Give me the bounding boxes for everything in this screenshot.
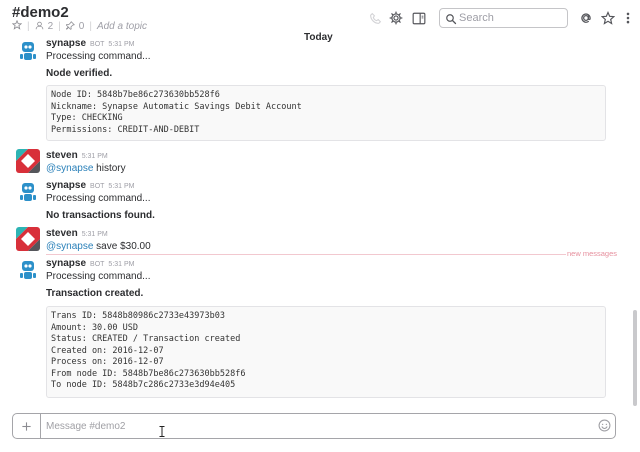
scrollbar-thumb[interactable] xyxy=(633,310,637,406)
code-line: To node ID: 5848b7c286c2733e3d94e405 xyxy=(51,380,236,390)
new-messages-label: new messages xyxy=(567,249,618,258)
mentions-icon[interactable] xyxy=(577,9,595,27)
add-topic-link[interactable]: Add a topic xyxy=(97,21,147,32)
avatar[interactable] xyxy=(16,258,40,282)
more-menu-icon[interactable] xyxy=(619,9,637,27)
starred-items-icon[interactable] xyxy=(599,9,617,27)
bot-badge: BOT xyxy=(90,261,105,268)
message-timestamp[interactable]: 5:31 PM xyxy=(82,231,108,238)
pin-icon[interactable] xyxy=(65,20,75,33)
message-author[interactable]: synapse BOT 5:31 PM xyxy=(46,38,135,49)
gear-icon[interactable] xyxy=(387,9,405,27)
message-text: No transactions found. xyxy=(46,210,155,221)
message-composer xyxy=(12,413,616,439)
message-text: @synapse history xyxy=(46,163,126,174)
message-text: Processing command... xyxy=(46,271,151,282)
user-mention[interactable]: @synapse xyxy=(46,163,93,174)
plus-icon xyxy=(22,421,31,431)
meta-separator: | xyxy=(89,21,92,32)
code-line: Status: CREATED / Transaction created xyxy=(51,334,241,344)
code-line: Nickname: Synapse Automatic Savings Debi… xyxy=(51,101,302,112)
attach-button[interactable] xyxy=(13,414,41,438)
code-block: Trans ID: 5848b80986c2733e43973b03 Amoun… xyxy=(46,306,606,398)
bot-badge: BOT xyxy=(90,41,105,48)
message-text: Transaction created. xyxy=(46,288,144,299)
message-author[interactable]: synapse BOT 5:31 PM xyxy=(46,258,135,269)
message-text: Processing command... xyxy=(46,51,151,62)
members-icon[interactable] xyxy=(35,21,44,33)
emoji-icon[interactable] xyxy=(598,419,611,437)
code-line: Permissions: CREDIT-AND-DEBIT xyxy=(51,124,200,135)
code-line: From node ID: 5848b7be86c273630bb528f6 xyxy=(51,368,246,379)
avatar[interactable] xyxy=(16,39,40,63)
message-timestamp[interactable]: 5:31 PM xyxy=(108,41,134,48)
code-line: Process on: 2016-12-07 xyxy=(51,357,164,367)
star-icon[interactable] xyxy=(11,19,23,33)
bot-badge: BOT xyxy=(90,183,105,190)
avatar[interactable] xyxy=(16,180,40,204)
message-timestamp[interactable]: 5:31 PM xyxy=(108,183,134,190)
code-line: Amount: 30.00 USD xyxy=(51,322,138,333)
code-line: Created on: 2016-12-07 xyxy=(51,345,164,356)
message-input[interactable] xyxy=(46,419,586,433)
text-cursor-icon xyxy=(159,424,165,442)
message-timestamp[interactable]: 5:31 PM xyxy=(82,153,108,160)
avatar[interactable] xyxy=(16,227,40,251)
avatar[interactable] xyxy=(16,149,40,173)
message-author[interactable]: steven 5:31 PM xyxy=(46,228,108,239)
pins-count[interactable]: 0 xyxy=(79,21,85,32)
user-mention[interactable]: @synapse xyxy=(46,241,93,252)
message-scrollbar[interactable] xyxy=(632,38,638,410)
search-icon xyxy=(445,12,457,30)
call-icon[interactable] xyxy=(366,9,384,27)
search-box[interactable] xyxy=(439,8,568,28)
meta-separator: | xyxy=(27,21,30,32)
message-timestamp[interactable]: 5:31 PM xyxy=(108,261,134,268)
message-text: Node verified. xyxy=(46,68,113,79)
message-list: synapse BOT 5:31 PM Processing command... … xyxy=(0,38,632,410)
sidebar-toggle-icon[interactable] xyxy=(410,9,428,27)
channel-title[interactable]: #demo2 xyxy=(12,4,69,21)
meta-separator: | xyxy=(58,21,61,32)
channel-meta: | 2 | 0 | Add a topic xyxy=(11,19,147,33)
code-block: Node ID: 5848b7be86c273630bb528f6 Nickna… xyxy=(46,85,606,141)
code-line: Node ID: 5848b7be86c273630bb528f6 xyxy=(51,90,220,100)
code-line: Trans ID: 5848b80986c2733e43973b03 xyxy=(51,311,225,321)
message-text: @synapse save $30.00 xyxy=(46,241,151,252)
members-count[interactable]: 2 xyxy=(48,21,54,32)
code-line: Type: CHECKING xyxy=(51,113,123,123)
message-author[interactable]: steven 5:31 PM xyxy=(46,150,108,161)
new-messages-divider xyxy=(46,254,566,255)
message-text: Processing command... xyxy=(46,193,151,204)
day-divider: Today xyxy=(300,32,337,43)
search-input[interactable] xyxy=(459,11,563,25)
message-author[interactable]: synapse BOT 5:31 PM xyxy=(46,180,135,191)
